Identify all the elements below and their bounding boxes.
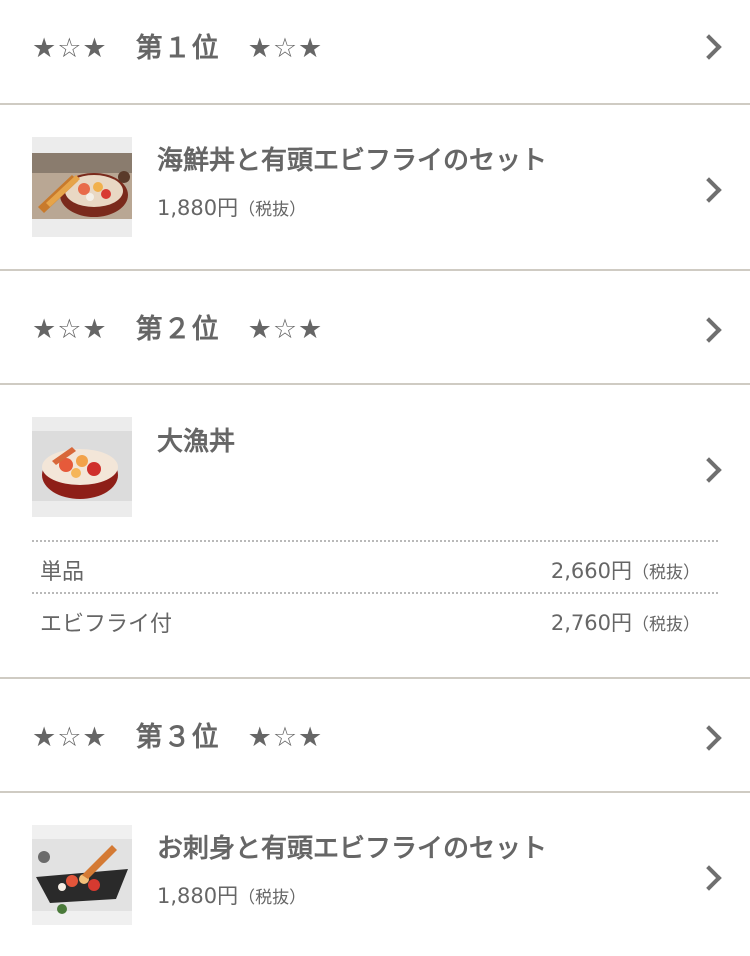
price-value: 2,660円 [550,559,632,583]
item-title: 大漁丼 [157,427,236,457]
item-price: 1,880円（税抜） [157,880,306,910]
rank-3-label: ★☆★ 第３位 ★☆★ [32,722,324,753]
dotted-divider [32,540,718,542]
tax-note: （税抜） [632,563,700,583]
chevron-right-icon [696,725,722,751]
tax-note: （税抜） [238,200,307,220]
item-price: 1,880円（税抜） [157,192,306,222]
tairyodon-photo-icon [32,417,132,517]
chevron-right-icon [696,865,722,891]
price-value: 1,880円 [157,884,239,908]
chevron-right-icon [696,177,722,203]
price-value: 2,760円 [550,611,632,635]
option-label-ebi-fry: エビフライ付 [40,612,173,637]
rank-1-header[interactable]: ★☆★ 第１位 ★☆★ [0,0,750,103]
menu-item-sashimi-set[interactable]: お刺身と有頭エビフライのセット 1,880円（税抜） [0,793,750,956]
price-value: 1,880円 [157,196,239,220]
dotted-divider [32,592,718,594]
tax-note: （税抜） [632,615,700,635]
item-title: お刺身と有頭エビフライのセット [157,834,548,864]
chevron-right-icon [696,34,722,60]
kaisendon-ebi-fry-photo-icon [32,137,132,237]
option-price-ebi-fry: 2,760円（税抜） [551,607,700,637]
tax-note: （税抜） [238,888,307,908]
rank-2-header[interactable]: ★☆★ 第２位 ★☆★ [0,271,750,383]
option-label-single: 単品 [40,560,85,585]
rank-2-label: ★☆★ 第２位 ★☆★ [32,314,324,345]
chevron-right-icon [696,457,722,483]
sashimi-ebi-fry-photo-icon [32,825,132,925]
rank-1-label: ★☆★ 第１位 ★☆★ [32,33,324,64]
chevron-right-icon [696,317,722,343]
option-price-single: 2,660円（税抜） [551,555,700,585]
rank-3-header[interactable]: ★☆★ 第３位 ★☆★ [0,679,750,791]
menu-item-kaisendon-set[interactable]: 海鮮丼と有頭エビフライのセット 1,880円（税抜） [0,105,750,269]
item-title: 海鮮丼と有頭エビフライのセット [157,146,548,176]
menu-item-tairyodon[interactable]: 大漁丼 単品 2,660円（税抜） エビフライ付 2,760円（税抜） [0,385,750,677]
